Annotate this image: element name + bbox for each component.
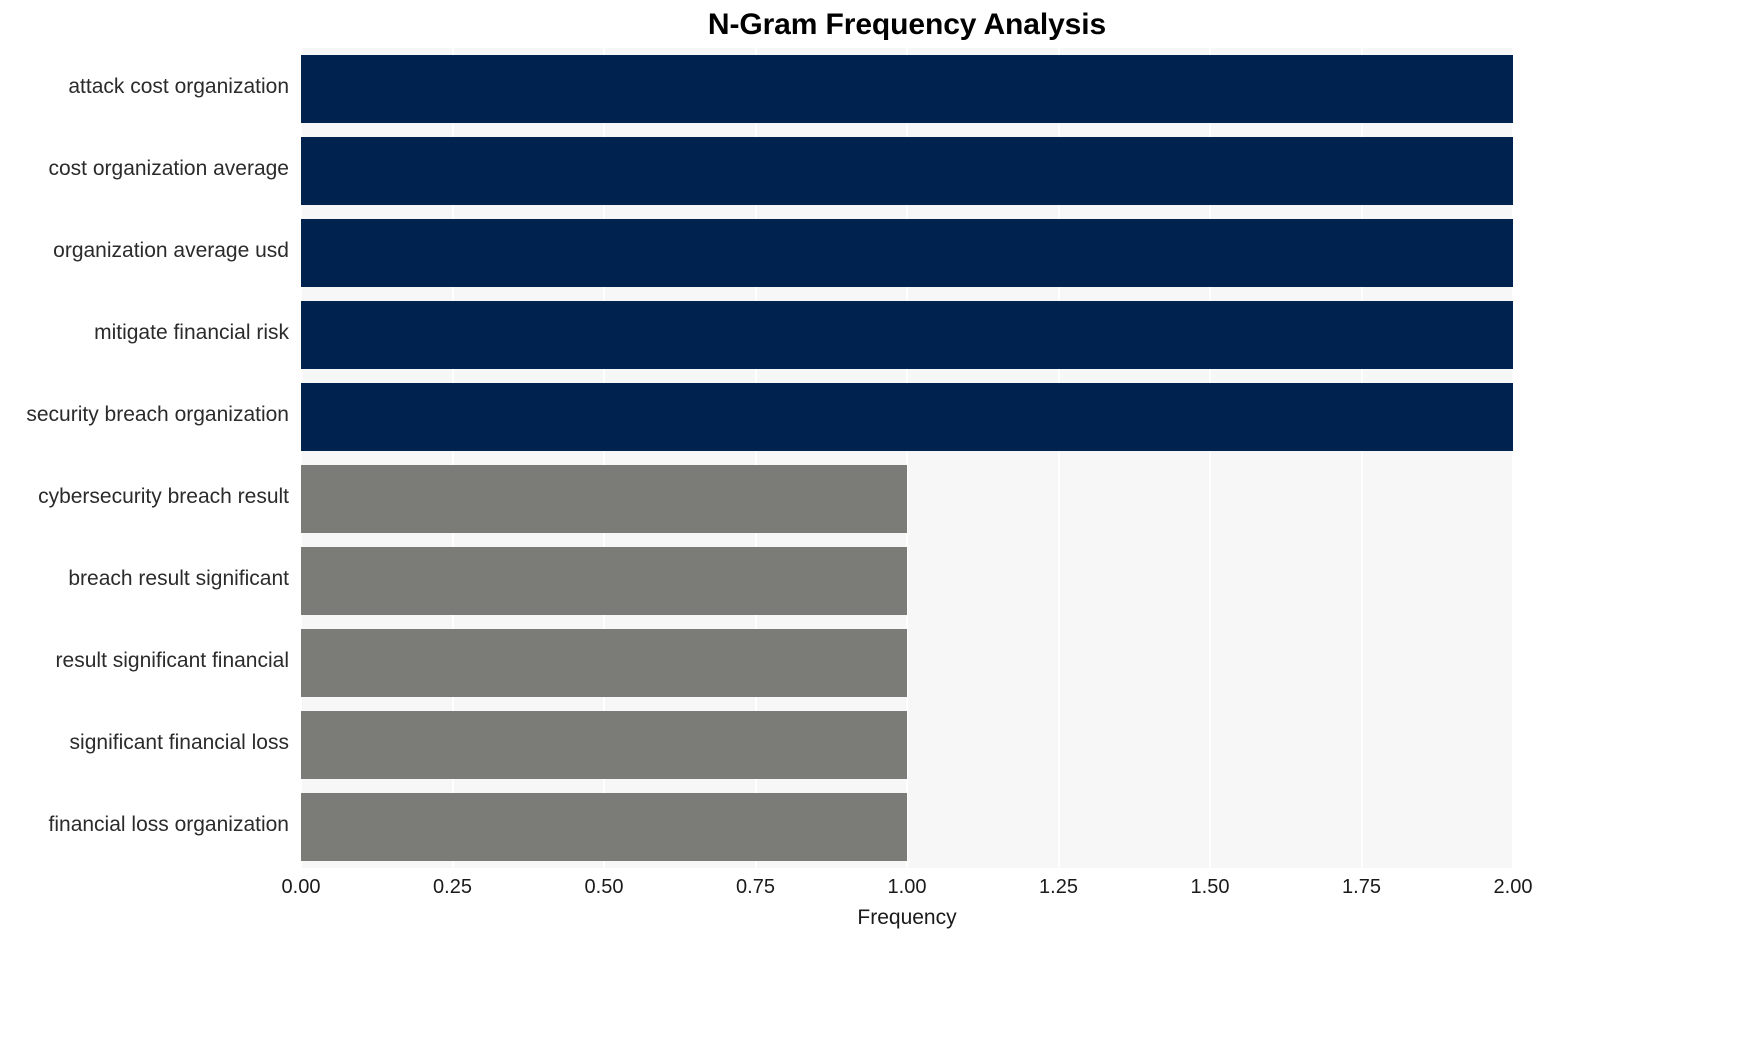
- x-tick-label: 1.75: [1342, 876, 1381, 898]
- x-axis-title: Frequency: [857, 906, 957, 929]
- x-axis-tick-labels: 0.00 0.25 0.50 0.75 1.00 1.25 1.50 1.75 2.00: [282, 876, 1533, 906]
- chart-figure: N-Gram Frequency Analysis attack cost or…: [0, 0, 1745, 1051]
- x-tick-label: 0.00: [281, 876, 321, 898]
- x-tick-label: 2.00: [1493, 876, 1533, 898]
- x-tick-label: 0.75: [736, 876, 775, 898]
- page-title: N-Gram Frequency Analysis: [707, 8, 1107, 41]
- y-tick-label: mitigate financial risk: [94, 321, 289, 344]
- x-tick-label: 1.00: [887, 876, 927, 898]
- y-tick-label: result significant financial: [55, 649, 289, 672]
- bar[interactable]: [301, 218, 1513, 288]
- y-axis-tick-labels: attack cost organization cost organizatio…: [0, 48, 289, 868]
- bar[interactable]: [301, 382, 1513, 452]
- bar[interactable]: [301, 792, 907, 862]
- y-tick-label: security breach organization: [26, 403, 289, 426]
- y-tick-label: significant financial loss: [69, 731, 289, 754]
- bar[interactable]: [301, 710, 907, 780]
- y-tick-label: financial loss organization: [48, 813, 289, 836]
- y-tick-label: organization average usd: [53, 239, 289, 262]
- bar[interactable]: [301, 136, 1513, 206]
- bar[interactable]: [301, 300, 1513, 370]
- y-tick-label: cybersecurity breach result: [38, 485, 289, 508]
- bar[interactable]: [301, 628, 907, 698]
- bar[interactable]: [301, 546, 907, 616]
- y-tick-label: attack cost organization: [68, 75, 289, 98]
- plot-area: [301, 48, 1513, 868]
- x-tick-label: 1.50: [1190, 876, 1230, 898]
- y-tick-label: breach result significant: [68, 567, 289, 590]
- bar[interactable]: [301, 464, 907, 534]
- x-tick-label: 0.50: [584, 876, 624, 898]
- x-tick-label: 0.25: [433, 876, 472, 898]
- y-tick-label: cost organization average: [48, 157, 290, 180]
- bar[interactable]: [301, 54, 1513, 124]
- bar-series: [301, 48, 1513, 868]
- x-tick-label: 1.25: [1039, 876, 1078, 898]
